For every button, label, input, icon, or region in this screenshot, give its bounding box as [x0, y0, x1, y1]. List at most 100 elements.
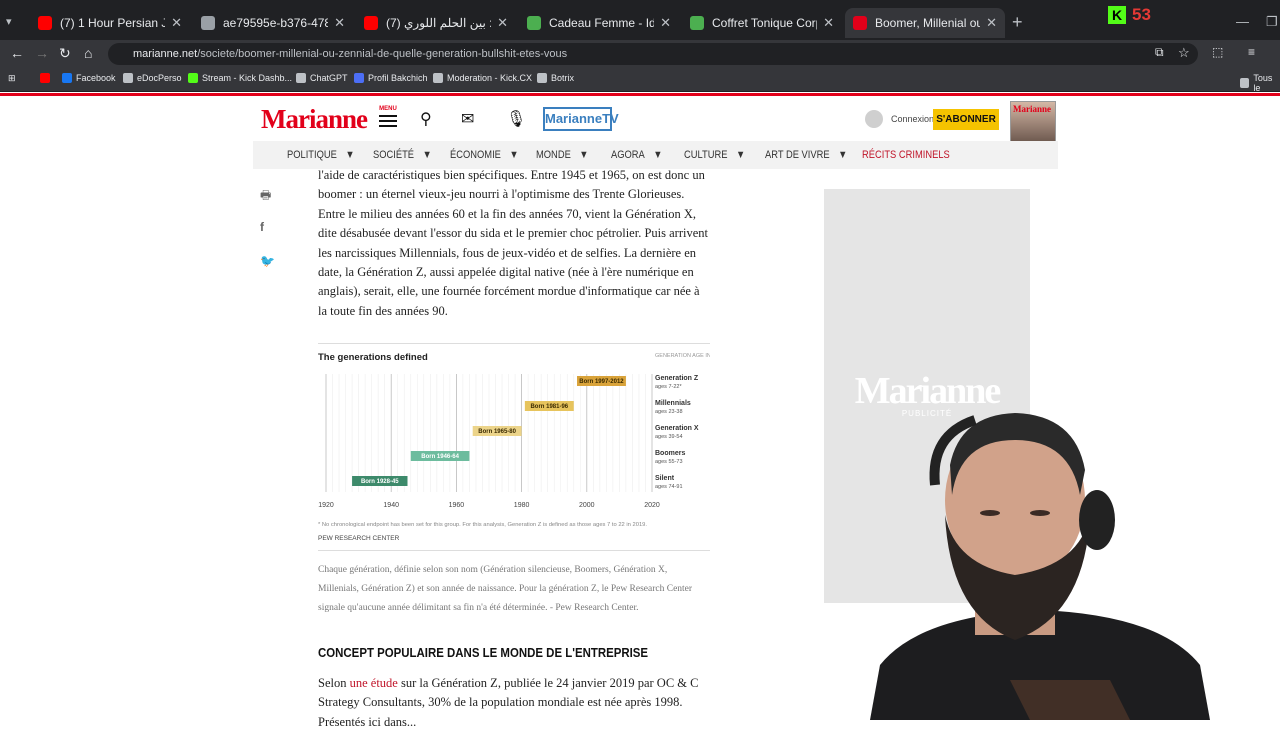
tab-title: Boomer, Millenial ou Zennial : c — [875, 16, 981, 30]
tab-search-icon[interactable]: ▾ — [6, 15, 22, 31]
url-host: marianne.net — [133, 48, 198, 60]
nav-item[interactable]: SOCIÉTÉ ▼ — [373, 149, 432, 161]
nav-item-label: ART DE VIVRE — [765, 149, 830, 161]
bookmark-item[interactable]: Moderation - Kick.CX — [433, 73, 532, 83]
tab-title: Cadeau Femme - Idée Cadeau — [549, 16, 655, 30]
youtube-bookmark[interactable] — [40, 73, 54, 83]
forward-icon[interactable]: → — [35, 45, 49, 61]
bookmark-item[interactable]: Botrix — [537, 73, 574, 83]
bar-label: Born 1928-45 — [361, 479, 399, 485]
browser-tab[interactable]: Coffret Tonique Corps, Mains, C ✕ — [682, 8, 842, 38]
legend-name: Generation Z — [655, 375, 699, 382]
bookmarks-bar: ⊞ Facebook eDocPerso Stream - Kick Dashb..… — [0, 68, 1280, 93]
close-tab-icon[interactable]: ✕ — [171, 15, 182, 31]
bookmark-item[interactable]: ChatGPT — [296, 73, 348, 83]
subscribe-button[interactable]: S'ABONNER — [933, 109, 999, 130]
search-icon[interactable]: ⚲ — [420, 109, 432, 129]
install-icon[interactable]: ⧉ — [1155, 45, 1164, 60]
minimize-icon[interactable]: — — [1236, 14, 1249, 29]
tab-title: Coffret Tonique Corps, Mains, C — [712, 16, 817, 30]
marianne-tv-link[interactable]: MarianneTV — [543, 107, 619, 131]
bookmark-item[interactable]: Facebook — [62, 73, 116, 83]
article-paragraph-2: Selon une étude sur la Génération Z, pub… — [318, 674, 713, 732]
chart-caption: Chaque génération, définie selon son nom… — [318, 565, 693, 613]
bookmark-icon — [537, 73, 547, 83]
apps-icon[interactable]: ⊞ — [8, 73, 16, 84]
reload-icon[interactable]: ↻ — [59, 45, 71, 62]
menu-button[interactable]: MENU — [379, 106, 397, 127]
reading-list-icon[interactable]: ≡ — [1248, 45, 1255, 59]
youtube-icon — [364, 16, 378, 30]
bookmark-star-icon[interactable]: ☆ — [1178, 45, 1190, 61]
close-tab-icon[interactable]: ✕ — [986, 15, 997, 31]
nav-item[interactable]: POLITIQUE ▼ — [287, 149, 355, 161]
legend-name: Silent — [655, 475, 675, 482]
chevron-down-icon: ▼ — [509, 149, 519, 161]
nav-item-label: MONDE — [536, 149, 571, 161]
generations-chart: The generations defined GENERATION AGE IN… — [318, 343, 725, 551]
chevron-down-icon: ▼ — [345, 149, 355, 161]
all-bookmarks[interactable]: Tous le — [1240, 73, 1280, 93]
nav-item[interactable]: RÉCITS CRIMINELS — [862, 149, 950, 161]
nav-item-label: POLITIQUE — [287, 149, 337, 161]
address-bar: ← → ↻ ⌂ marianne.net/societe/boomer-mill… — [0, 40, 1280, 68]
legend-ages: ages 7-22* — [655, 384, 682, 390]
bookmark-item[interactable]: Stream - Kick Dashb... — [188, 73, 292, 83]
legend-name: Millennials — [655, 400, 691, 407]
close-tab-icon[interactable]: ✕ — [660, 15, 671, 31]
close-tab-icon[interactable]: ✕ — [497, 15, 508, 31]
new-tab-button[interactable]: + — [1012, 12, 1023, 33]
bar-label: Born 1997-2012 — [579, 379, 624, 385]
print-icon[interactable]: 🖶 — [260, 186, 271, 207]
browser-tab[interactable]: Cadeau Femme - Idée Cadeau ✕ — [519, 8, 679, 38]
nav-item[interactable]: AGORA ▼ — [611, 149, 663, 161]
bookmark-item[interactable]: Profil Bakchich — [354, 73, 428, 83]
restore-icon[interactable]: ❐ — [1266, 14, 1278, 30]
study-link[interactable]: une étude — [350, 676, 398, 690]
back-icon[interactable]: ← — [10, 45, 24, 61]
chevron-down-icon: ▼ — [653, 149, 663, 161]
tab-title: ae79595e-b376-4786-bf98-4b6 — [223, 16, 329, 30]
nav-item[interactable]: ÉCONOMIE ▼ — [450, 149, 519, 161]
nav-item-label: CULTURE — [684, 149, 728, 161]
close-tab-icon[interactable]: ✕ — [334, 15, 345, 31]
bookmark-label: Botrix — [551, 73, 575, 83]
facebook-icon[interactable]: f — [260, 220, 264, 234]
mail-icon[interactable]: ✉ — [461, 109, 474, 129]
nav-item[interactable]: MONDE ▼ — [536, 149, 589, 161]
x-tick-label: 1980 — [514, 502, 530, 509]
user-avatar-icon[interactable] — [865, 110, 883, 128]
x-tick-label: 2020 — [644, 502, 660, 509]
browser-tab[interactable]: (7) 1 Hour Persian Jazz "ANAHI ✕ — [30, 8, 190, 38]
browser-tab[interactable]: Boomer, Millenial ou Zennial : c ✕ — [845, 8, 1005, 38]
legend-ages: ages 23-38 — [655, 409, 683, 415]
kick-count: 53 — [1132, 5, 1151, 24]
microphone-icon[interactable]: 🎙 — [506, 109, 526, 129]
nav-item-label: RÉCITS CRIMINELS — [862, 149, 950, 161]
legend-ages: ages 74-91 — [655, 484, 683, 490]
marianne-icon — [853, 16, 867, 30]
nav-item[interactable]: ART DE VIVRE ▼ — [765, 149, 847, 161]
bookmark-item[interactable]: eDocPerso — [123, 73, 182, 83]
menu-bar — [379, 120, 397, 122]
close-tab-icon[interactable]: ✕ — [823, 15, 834, 31]
browser-tab[interactable]: ae79595e-b376-4786-bf98-4b6 ✕ — [193, 8, 353, 38]
browser-tab[interactable]: (7) قيس سعيد : بين الحلم اللوري ✕ — [356, 8, 516, 38]
x-tick-label: 2000 — [579, 502, 595, 509]
bookmark-icon — [296, 73, 306, 83]
bookmark-label: ChatGPT — [310, 73, 348, 83]
bookmark-icon — [354, 73, 364, 83]
bookmark-icon — [123, 73, 133, 83]
site-logo[interactable]: Marianne — [261, 104, 368, 135]
legend-name: Generation X — [655, 425, 699, 432]
nav-item[interactable]: CULTURE ▼ — [684, 149, 745, 161]
legend-header: GENERATION AGE IN 2019 — [655, 353, 710, 359]
url-input[interactable]: marianne.net/societe/boomer-millenial-ou… — [108, 43, 1198, 65]
kick-widget: K 53 — [1108, 5, 1151, 25]
twitter-icon[interactable]: 🐦 — [260, 254, 275, 268]
extensions-icon[interactable]: ⬚ — [1212, 45, 1223, 59]
connexion-link[interactable]: Connexion — [891, 114, 934, 124]
home-icon[interactable]: ⌂ — [84, 45, 92, 61]
folder-icon — [1240, 78, 1250, 88]
bookmark-label: Profil Bakchich — [368, 73, 428, 83]
